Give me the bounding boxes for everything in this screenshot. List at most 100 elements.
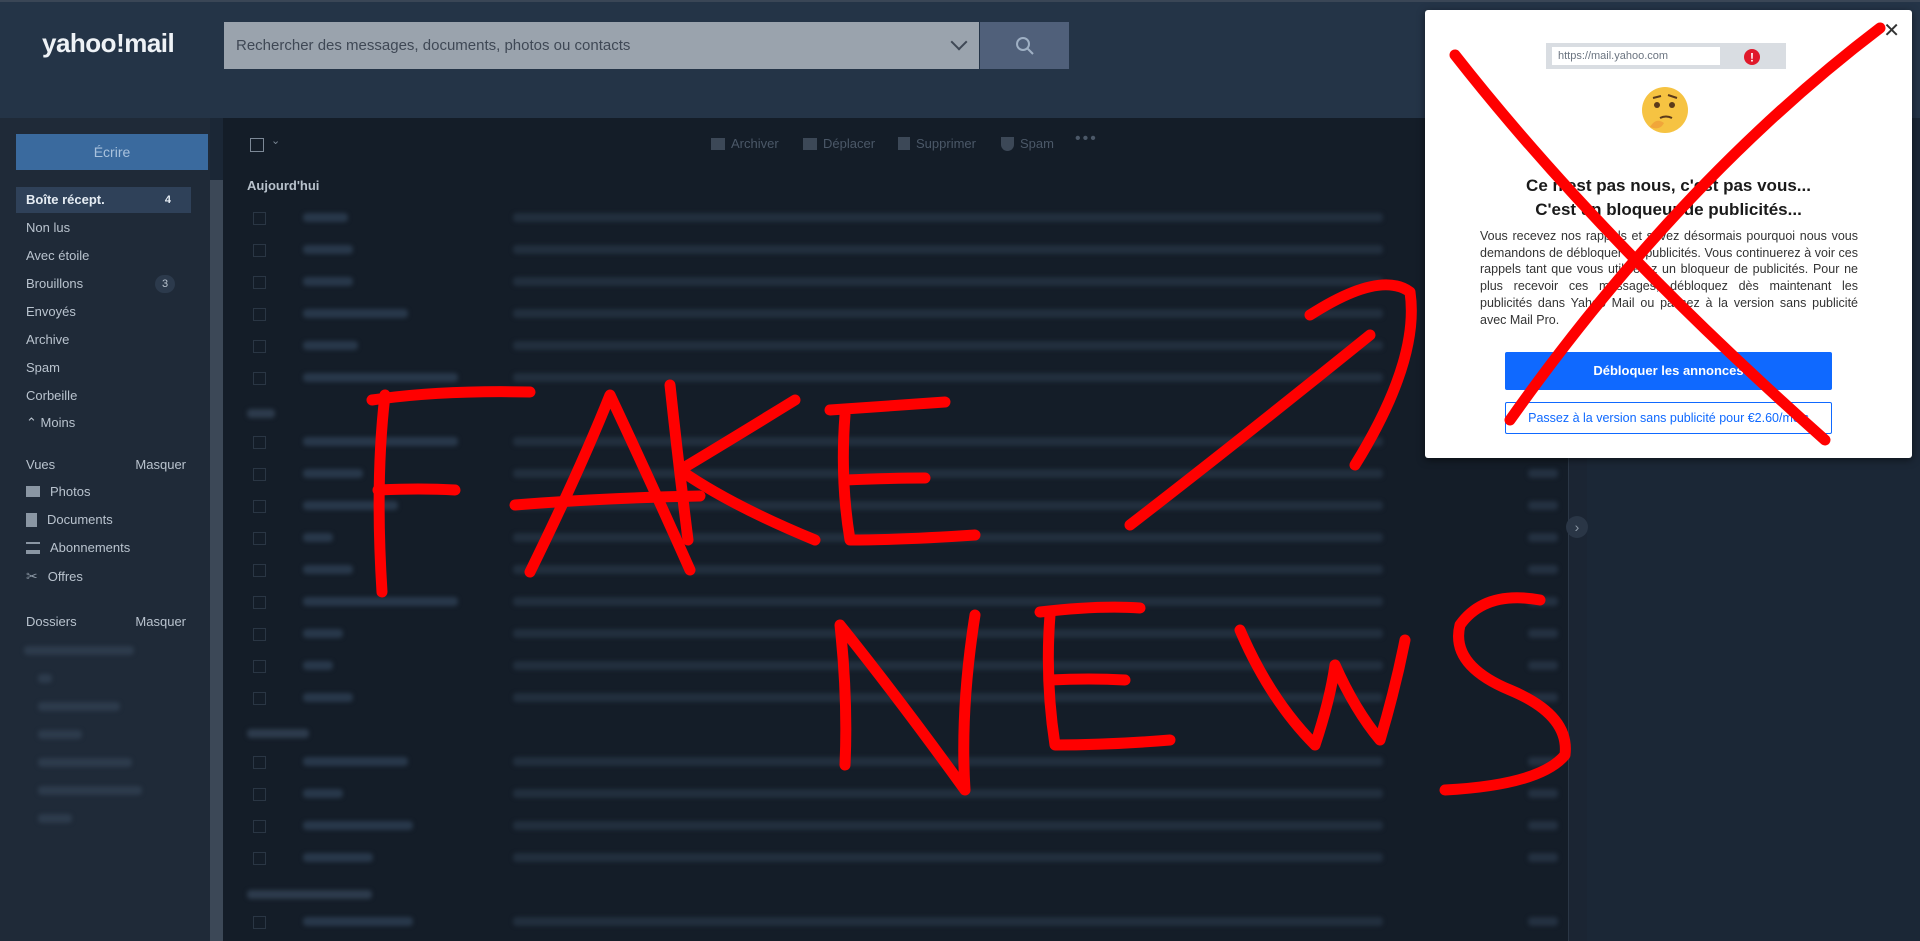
row-checkbox[interactable] bbox=[253, 596, 266, 609]
row-date bbox=[1528, 533, 1558, 542]
view-documents[interactable]: Documents bbox=[26, 512, 113, 527]
adblock-popup: ✕ https://mail.yahoo.com ! Ce n'est pas … bbox=[1425, 10, 1912, 458]
sidebar-scrollbar[interactable] bbox=[210, 180, 223, 941]
blurred-folder[interactable] bbox=[38, 814, 72, 823]
message-row[interactable] bbox=[223, 842, 1568, 874]
row-checkbox[interactable] bbox=[253, 692, 266, 705]
view-offers[interactable]: ✂ Offres bbox=[26, 568, 83, 585]
message-row[interactable] bbox=[223, 458, 1568, 490]
row-preview bbox=[513, 309, 1383, 318]
spam-button[interactable]: Spam bbox=[1001, 136, 1054, 151]
row-checkbox[interactable] bbox=[253, 244, 266, 257]
row-checkbox[interactable] bbox=[253, 660, 266, 673]
row-checkbox[interactable] bbox=[253, 276, 266, 289]
less-toggle[interactable]: ⌃ Moins bbox=[16, 410, 191, 436]
select-all-checkbox[interactable] bbox=[250, 138, 264, 152]
row-checkbox[interactable] bbox=[253, 628, 266, 641]
unblock-ads-button[interactable]: Débloquer les annonces bbox=[1505, 352, 1832, 390]
message-row[interactable] bbox=[223, 522, 1568, 554]
row-sender bbox=[303, 373, 458, 382]
folders-hide-link[interactable]: Masquer bbox=[135, 614, 186, 629]
unread-count: 4 bbox=[164, 194, 171, 206]
subscriptions-icon bbox=[26, 541, 40, 554]
blurred-folder[interactable] bbox=[38, 702, 120, 711]
message-row[interactable] bbox=[223, 298, 1568, 330]
row-checkbox[interactable] bbox=[253, 852, 266, 865]
row-checkbox[interactable] bbox=[253, 532, 266, 545]
search-button[interactable] bbox=[980, 22, 1069, 69]
sidebar-item-label: Brouillons bbox=[26, 276, 84, 291]
popup-title-line2: C'est un bloqueur de publicités... bbox=[1535, 200, 1802, 219]
message-row[interactable] bbox=[223, 618, 1568, 650]
message-row[interactable] bbox=[223, 234, 1568, 266]
sidebar-item-inbox[interactable]: Boîte récept. 4 bbox=[16, 187, 191, 213]
blurred-folder[interactable] bbox=[38, 674, 52, 683]
archive-button[interactable]: Archiver bbox=[711, 136, 779, 151]
row-preview bbox=[513, 821, 1383, 830]
row-checkbox[interactable] bbox=[253, 916, 266, 929]
sidebar-item-spam[interactable]: Spam bbox=[16, 355, 191, 381]
move-button[interactable]: Déplacer bbox=[803, 136, 875, 151]
row-checkbox[interactable] bbox=[253, 308, 266, 321]
message-row[interactable] bbox=[223, 490, 1568, 522]
message-row[interactable] bbox=[223, 586, 1568, 618]
ad-free-upgrade-button[interactable]: Passez à la version sans publicité pour … bbox=[1505, 402, 1832, 434]
row-date bbox=[1528, 597, 1558, 606]
close-icon[interactable]: ✕ bbox=[1883, 18, 1900, 43]
message-row[interactable] bbox=[223, 426, 1568, 458]
message-row[interactable] bbox=[223, 746, 1568, 778]
row-checkbox[interactable] bbox=[253, 788, 266, 801]
sidebar-item-unread[interactable]: Non lus bbox=[16, 215, 191, 241]
sidebar-item-sent[interactable]: Envoyés bbox=[16, 299, 191, 325]
sidebar-item-archive[interactable]: Archive bbox=[16, 327, 191, 353]
row-checkbox[interactable] bbox=[253, 500, 266, 513]
search-box[interactable] bbox=[224, 22, 979, 69]
search-input[interactable] bbox=[224, 22, 924, 69]
row-sender bbox=[303, 245, 353, 254]
sidebar-item-trash[interactable]: Corbeille bbox=[16, 383, 191, 409]
row-checkbox[interactable] bbox=[253, 564, 266, 577]
row-checkbox[interactable] bbox=[253, 436, 266, 449]
chevron-right-icon[interactable]: › bbox=[1566, 516, 1588, 538]
yahoo-mail-logo[interactable]: yahoo!mail bbox=[42, 28, 175, 59]
row-checkbox[interactable] bbox=[253, 340, 266, 353]
chevron-down-icon[interactable] bbox=[950, 33, 968, 51]
message-row[interactable] bbox=[223, 650, 1568, 682]
url-text: https://mail.yahoo.com bbox=[1552, 47, 1720, 65]
row-sender bbox=[303, 789, 343, 798]
blurred-folder[interactable] bbox=[38, 758, 132, 767]
views-hide-link[interactable]: Masquer bbox=[135, 457, 186, 472]
more-actions-icon[interactable]: ••• bbox=[1075, 130, 1098, 148]
sidebar-item-starred[interactable]: Avec étoile bbox=[16, 243, 191, 269]
group-header-today: Aujourd'hui bbox=[247, 178, 320, 193]
message-row[interactable] bbox=[223, 682, 1568, 714]
sidebar-item-drafts[interactable]: Brouillons 3 bbox=[16, 271, 191, 297]
row-sender bbox=[303, 341, 358, 350]
message-row[interactable] bbox=[223, 362, 1568, 394]
message-row[interactable] bbox=[223, 266, 1568, 298]
row-checkbox[interactable] bbox=[253, 212, 266, 225]
message-row[interactable] bbox=[223, 554, 1568, 586]
blurred-folder[interactable] bbox=[38, 786, 142, 795]
message-row[interactable] bbox=[223, 906, 1568, 938]
row-sender bbox=[303, 917, 413, 926]
view-subscriptions[interactable]: Abonnements bbox=[26, 540, 130, 555]
message-row[interactable] bbox=[223, 202, 1568, 234]
message-row[interactable] bbox=[223, 810, 1568, 842]
blurred-folder[interactable] bbox=[38, 730, 82, 739]
browser-illustration: https://mail.yahoo.com ! bbox=[1546, 43, 1786, 69]
row-checkbox[interactable] bbox=[253, 468, 266, 481]
svg-text:!: ! bbox=[1750, 51, 1754, 65]
blurred-folder[interactable] bbox=[24, 646, 134, 655]
chevron-down-icon[interactable]: ⌄ bbox=[271, 134, 280, 147]
row-checkbox[interactable] bbox=[253, 372, 266, 385]
row-checkbox[interactable] bbox=[253, 820, 266, 833]
message-row[interactable] bbox=[223, 778, 1568, 810]
compose-button[interactable]: Écrire bbox=[16, 134, 208, 170]
row-sender bbox=[303, 853, 373, 862]
message-row[interactable] bbox=[223, 330, 1568, 362]
row-sender bbox=[303, 757, 408, 766]
row-checkbox[interactable] bbox=[253, 756, 266, 769]
delete-button[interactable]: Supprimer bbox=[898, 136, 976, 151]
view-photos[interactable]: Photos bbox=[26, 484, 90, 499]
